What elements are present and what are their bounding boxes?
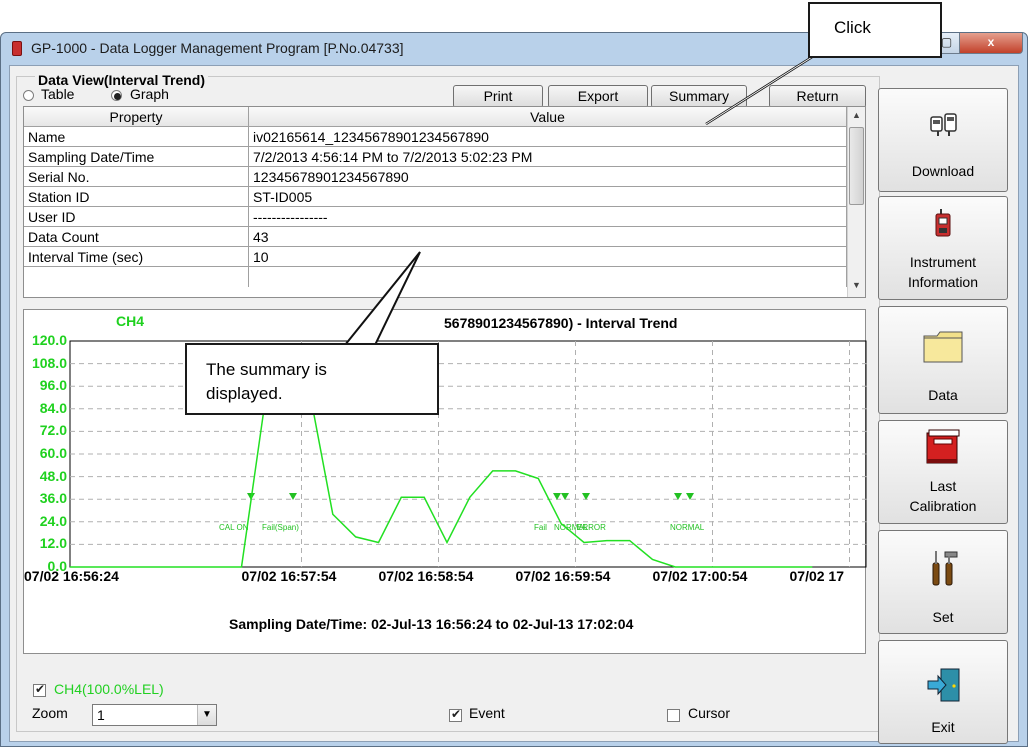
x-tick-label: 07/02 16:59:54 — [515, 568, 611, 584]
event-label: NORMAL — [670, 523, 705, 532]
exit-door-icon — [927, 668, 960, 702]
y-tick-label: 120.0 — [31, 332, 67, 348]
data-button[interactable]: Data — [878, 306, 1008, 414]
summary-callout-line1: The summary is — [206, 360, 327, 379]
y-tick-label: 36.0 — [39, 490, 67, 507]
property-name-cell: Serial No. — [24, 167, 249, 187]
zoom-label: Zoom — [32, 705, 68, 721]
x-tick-label: 07/02 16:56:24 — [24, 568, 119, 584]
click-callout-text: Click — [834, 18, 871, 37]
return-button[interactable]: Return — [769, 85, 866, 108]
calibration-label-line1: Last — [929, 478, 957, 494]
property-name-cell: Station ID — [24, 187, 249, 207]
property-table: Property Value Name iv02165614_123456789… — [23, 106, 866, 298]
x-tick-label: 07/02 16:58:54 — [378, 568, 474, 584]
radio-graph[interactable] — [111, 90, 122, 101]
event-label: CAL ON — [219, 523, 249, 532]
export-button[interactable]: Export — [548, 85, 648, 108]
property-value-cell — [249, 267, 847, 287]
property-name-cell — [24, 267, 249, 287]
event-label: Fail — [534, 523, 547, 532]
exit-button[interactable]: Exit — [878, 640, 1008, 744]
instrument-label-line2: Information — [907, 274, 979, 290]
folder-icon — [923, 331, 963, 363]
instrument-information-button[interactable]: Instrument Information — [878, 196, 1008, 300]
download-label: Download — [911, 163, 975, 179]
graph-canvas[interactable]: CAL ON Fail(Span) Fail NORMALERROR NORMAL — [24, 310, 867, 655]
column-header-value[interactable]: Value — [249, 107, 847, 127]
ch4-checkbox[interactable] — [33, 682, 46, 697]
zoom-select[interactable]: 1 ▼ — [92, 704, 217, 726]
summary-callout: The summary is displayed. — [185, 343, 439, 415]
event-label: Fail(Span) — [262, 523, 299, 532]
instrument-icon — [935, 209, 951, 237]
chevron-down-icon[interactable]: ▼ — [197, 705, 216, 725]
summary-button[interactable]: Summary — [651, 85, 747, 108]
close-button[interactable]: x — [959, 33, 1023, 54]
scrollbar-thumb[interactable] — [849, 127, 864, 205]
last-calibration-button[interactable]: Last Calibration — [878, 420, 1008, 524]
click-callout: Click — [808, 2, 942, 58]
property-name-cell: Interval Time (sec) — [24, 247, 249, 267]
x-tick-label: 07/02 16:57:54 — [241, 568, 337, 584]
window-title: GP-1000 - Data Logger Management Program… — [31, 40, 404, 56]
summary-callout-line2: displayed. — [206, 384, 283, 403]
table-scrollbar[interactable]: ▲ ▼ — [847, 107, 865, 297]
ch4-trend-line — [70, 377, 813, 568]
radio-graph-label: Graph — [130, 86, 169, 102]
event-checkbox[interactable] — [449, 707, 462, 722]
property-value-cell: 10 — [249, 247, 847, 267]
app-icon — [12, 41, 22, 56]
column-header-property[interactable]: Property — [24, 107, 249, 127]
tools-icon — [932, 551, 958, 586]
x-axis-caption: Sampling Date/Time: 02-Jul-13 16:56:24 t… — [229, 616, 634, 632]
maximize-icon: ▢ — [940, 35, 953, 49]
y-tick-label: 108.0 — [31, 354, 67, 371]
data-label: Data — [928, 387, 958, 403]
property-value-cell: iv02165614_12345678901234567890 — [249, 127, 847, 147]
calibration-label-line2: Calibration — [909, 498, 977, 514]
set-label: Set — [932, 609, 954, 625]
y-tick-label: 12.0 — [39, 535, 67, 552]
property-value-cell: ST-ID005 — [249, 187, 847, 207]
cursor-checkbox-label: Cursor — [688, 705, 731, 721]
cursor-checkbox[interactable] — [667, 709, 680, 722]
zoom-value: 1 — [97, 707, 105, 723]
download-button[interactable]: Download — [878, 88, 1008, 192]
set-button[interactable]: Set — [878, 530, 1008, 634]
radio-table-label: Table — [41, 86, 75, 102]
close-icon: x — [987, 35, 995, 49]
property-name-cell: Name — [24, 127, 249, 147]
y-tick-label: 72.0 — [39, 422, 67, 439]
property-name-cell: Sampling Date/Time — [24, 147, 249, 167]
calibration-book-icon — [926, 429, 960, 464]
scroll-down-icon[interactable]: ▼ — [852, 280, 861, 290]
property-name-cell: Data Count — [24, 227, 249, 247]
property-name-cell: User ID — [24, 207, 249, 227]
event-checkbox-label: Event — [469, 705, 505, 721]
y-tick-label: 96.0 — [39, 377, 67, 394]
instrument-label-line1: Instrument — [909, 254, 977, 270]
y-tick-label: 84.0 — [39, 399, 67, 416]
x-tick-label: 07/02 17 — [789, 568, 845, 584]
ch4-checkbox-label: CH4(100.0%LEL) — [54, 681, 164, 697]
y-tick-label: 60.0 — [39, 445, 67, 461]
property-value-cell: 7/2/2013 4:56:14 PM to 7/2/2013 5:02:23 … — [249, 147, 847, 167]
y-tick-label: 48.0 — [39, 467, 67, 484]
property-value-cell: ---------------- — [249, 207, 847, 227]
exit-label: Exit — [931, 719, 955, 735]
radio-table[interactable] — [23, 90, 34, 101]
property-value-cell: 12345678901234567890 — [249, 167, 847, 187]
download-icon — [930, 113, 957, 136]
print-button[interactable]: Print — [453, 85, 543, 108]
y-tick-label: 24.0 — [39, 512, 67, 529]
property-value-cell: 43 — [249, 227, 847, 247]
trend-graph: CH4 5678901234567890) - Interval Trend C… — [23, 309, 867, 655]
scroll-up-icon[interactable]: ▲ — [852, 110, 861, 120]
event-label: ERROR — [577, 523, 606, 532]
x-tick-label: 07/02 17:00:54 — [652, 568, 748, 584]
